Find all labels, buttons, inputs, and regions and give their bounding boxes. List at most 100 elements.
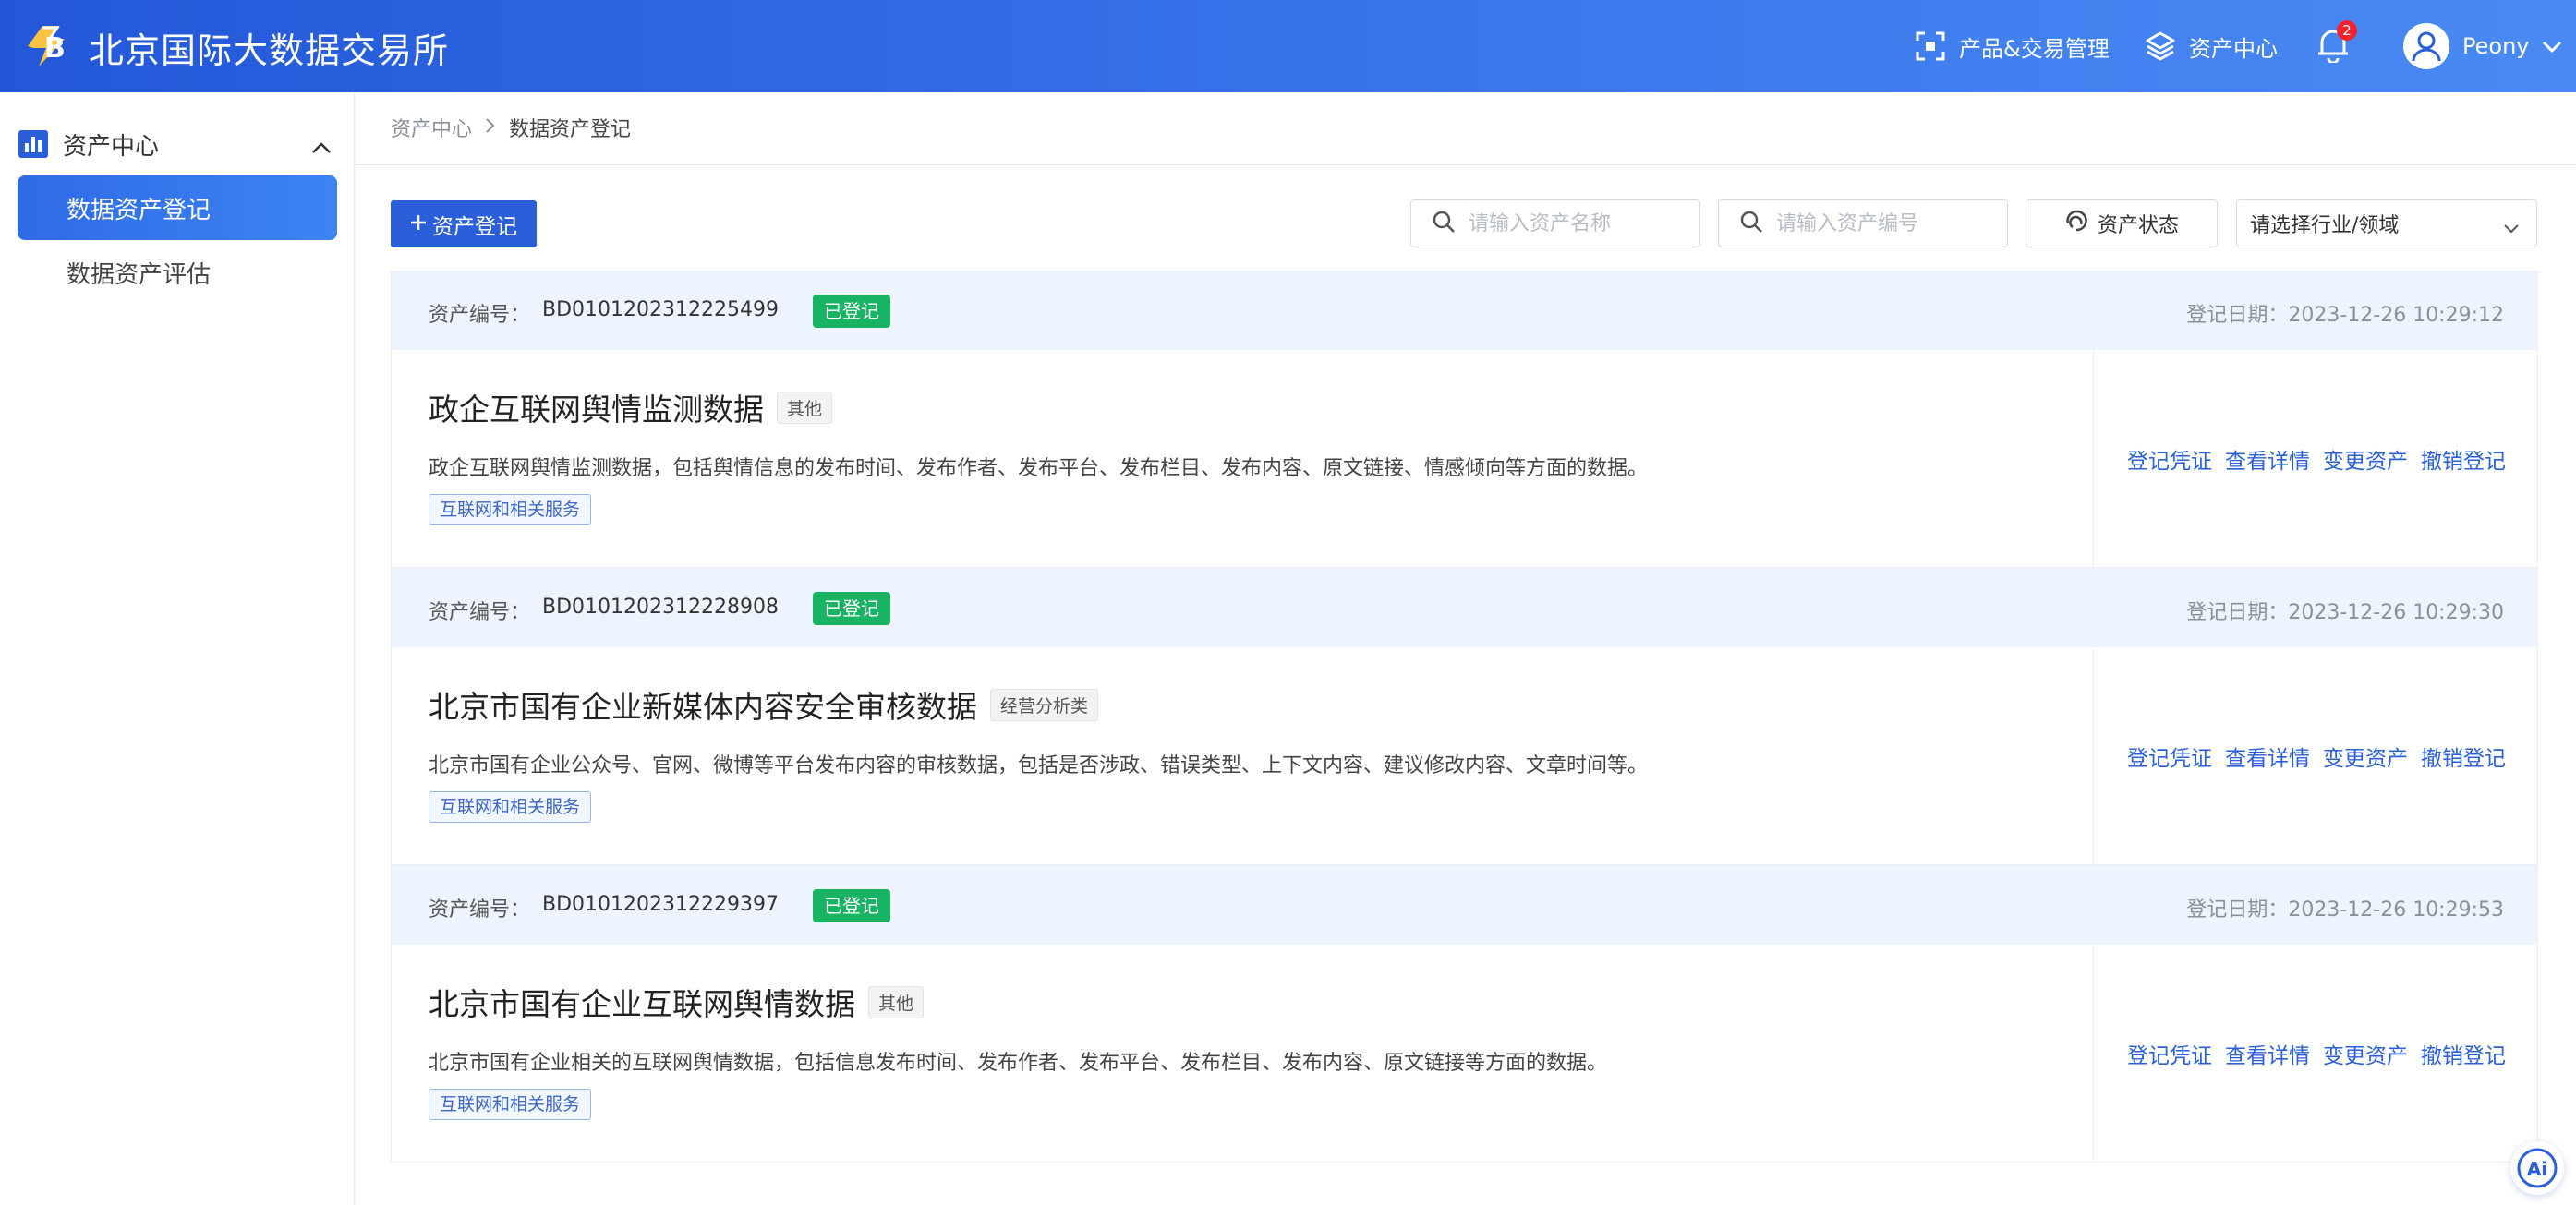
search-icon [1432,210,1456,237]
asset-actions: 登记凭证 查看详情 变更资产 撤销登记 [2094,647,2539,865]
nav-product-trade-label: 产品&交易管理 [1959,35,2110,62]
register-date-value: 2023-12-26 10:29:30 [2288,601,2504,624]
notification-count-badge: 2 [2337,20,2357,41]
register-date: 登记日期：2023-12-26 10:29:30 [2186,596,2504,625]
register-date-value: 2023-12-26 10:29:53 [2288,898,2504,922]
sidebar-item-asset-registration[interactable]: 数据资产登记 [18,175,337,240]
search-name-input[interactable] [1469,211,1681,235]
modify-asset-link[interactable]: 变更资产 [2323,443,2408,475]
asset-title[interactable]: 政企互联网舆情监测数据 [429,385,764,429]
status-ring-icon [2064,209,2088,238]
asset-id: BD0101202312229397 [542,893,779,916]
scan-frame-icon [1915,30,1946,62]
bell-icon [2316,30,2350,66]
register-date: 登记日期：2023-12-26 10:29:12 [2186,298,2504,328]
search-name-box [1410,199,1700,247]
sidebar-group-asset-center[interactable]: 资产中心 [18,122,337,166]
sidebar-item-label: 数据资产评估 [67,260,212,289]
asset-record: 资产编号： BD0101202312225499 已登记 登记日期：2023-1… [391,271,2538,568]
status-badge: 已登记 [813,295,890,328]
asset-record-header: 资产编号： BD0101202312225499 已登记 登记日期：2023-1… [392,271,2537,350]
asset-record-body: 北京市国有企业新媒体内容安全审核数据 经营分析类 北京市国有企业公众号、官网、微… [392,647,2094,865]
breadcrumb-current: 数据资产登记 [509,118,632,141]
asset-title-row: 政企互联网舆情监测数据 其他 [429,385,833,429]
industry-tag: 互联网和相关服务 [429,791,592,823]
registration-certificate-link[interactable]: 登记凭证 [2127,741,2212,772]
view-details-link[interactable]: 查看详情 [2225,443,2310,475]
notification-button[interactable]: 2 [2316,20,2357,66]
top-header: B 北京国际大数据交易所 产品&交易管理 资产中心 2 Peony [0,0,2576,92]
asset-record-body: 政企互联网舆情监测数据 其他 政企互联网舆情监测数据，包括舆情信息的发布时间、发… [392,350,2094,568]
asset-record-header: 资产编号： BD0101202312228908 已登记 登记日期：2023-1… [392,568,2537,647]
register-date-label: 登记日期： [2186,898,2289,922]
chevron-up-icon[interactable] [311,133,332,161]
asset-title-row: 北京市国有企业新媒体内容安全审核数据 经营分析类 [429,682,1099,727]
registration-certificate-link[interactable]: 登记凭证 [2127,1038,2212,1069]
industry-tag: 互联网和相关服务 [429,494,592,525]
asset-actions: 登记凭证 查看详情 变更资产 撤销登记 [2094,350,2539,568]
industry-select[interactable]: 请选择行业/领域 [2236,199,2537,247]
brand-logo-icon[interactable]: B [22,18,78,70]
asset-title-row: 北京市国有企业互联网舆情数据 其他 [429,980,925,1024]
search-code-input[interactable] [1776,211,1989,235]
register-date-label: 登记日期： [2186,601,2289,624]
register-date-value: 2023-12-26 10:29:12 [2288,304,2504,327]
breadcrumb-divider [356,164,2576,165]
asset-title[interactable]: 北京市国有企业互联网舆情数据 [429,980,855,1024]
add-asset-label: 资产登记 [432,213,517,238]
search-icon [1739,210,1763,237]
asset-record-body: 北京市国有企业互联网舆情数据 其他 北京市国有企业相关的互联网舆情数据，包括信息… [392,945,2094,1163]
nav-product-trade[interactable]: 产品&交易管理 [1915,0,2110,92]
ai-assistant-label: Ai [2527,1158,2547,1180]
asset-actions: 登记凭证 查看详情 变更资产 撤销登记 [2094,945,2539,1163]
asset-id-label: 资产编号： [429,898,531,922]
registration-certificate-link[interactable]: 登记凭证 [2127,443,2212,475]
nav-asset-center-label: 资产中心 [2189,35,2278,62]
add-asset-button[interactable]: 资产登记 [391,200,537,247]
modify-asset-link[interactable]: 变更资产 [2323,1038,2408,1069]
revoke-registration-link[interactable]: 撤销登记 [2421,741,2506,772]
asset-category-badge: 其他 [868,985,925,1018]
asset-record: 资产编号： BD0101202312229397 已登记 登记日期：2023-1… [391,865,2538,1163]
sidebar-item-label: 数据资产登记 [67,196,212,224]
revoke-registration-link[interactable]: 撤销登记 [2421,1038,2506,1069]
asset-id: BD0101202312225499 [542,298,779,321]
industry-select-value: 请选择行业/领域 [2250,214,2400,237]
asset-category-badge: 经营分析类 [990,688,1099,721]
chevron-right-icon [485,116,496,139]
main-content: 资产中心 数据资产登记 资产登记 资产状态 请选择行业/领域 [356,92,2576,1205]
view-details-link[interactable]: 查看详情 [2225,741,2310,772]
sidebar-item-asset-evaluation[interactable]: 数据资产评估 [18,240,337,305]
status-badge: 已登记 [813,889,890,922]
asset-status-label: 资产状态 [2097,214,2179,237]
brand-title: 北京国际大数据交易所 [89,30,450,71]
search-code-box [1718,199,2008,247]
view-details-link[interactable]: 查看详情 [2225,1038,2310,1069]
asset-description: 政企互联网舆情监测数据，包括舆情信息的发布时间、发布作者、发布平台、发布栏目、发… [429,457,1649,480]
revoke-registration-link[interactable]: 撤销登记 [2421,443,2506,475]
register-date: 登记日期：2023-12-26 10:29:53 [2186,893,2504,922]
chevron-down-icon [2503,217,2520,240]
asset-record: 资产编号： BD0101202312228908 已登记 登记日期：2023-1… [391,568,2538,865]
chevron-down-icon [2542,33,2562,59]
ai-assistant-button[interactable]: Ai [2510,1141,2564,1195]
bar-chart-icon [18,130,48,158]
user-avatar-icon [2403,23,2449,69]
plus-icon [410,211,427,236]
industry-tag: 互联网和相关服务 [429,1089,592,1120]
sidebar-group-label: 资产中心 [63,132,160,161]
breadcrumb-parent[interactable]: 资产中心 [391,113,472,142]
user-name: Peony [2462,33,2530,59]
register-date-label: 登记日期： [2186,304,2289,327]
asset-status-filter[interactable]: 资产状态 [2026,199,2218,247]
user-menu[interactable]: Peony [2403,0,2562,92]
ai-assistant-icon: Ai [2517,1148,2558,1188]
asset-id-label: 资产编号： [429,304,531,327]
svg-text:B: B [44,32,66,65]
asset-title[interactable]: 北京市国有企业新媒体内容安全审核数据 [429,682,977,727]
asset-id: BD0101202312228908 [542,596,779,619]
asset-description: 北京市国有企业公众号、官网、微博等平台发布内容的审核数据，包括是否涉政、错误类型… [429,754,1649,777]
modify-asset-link[interactable]: 变更资产 [2323,741,2408,772]
asset-record-header: 资产编号： BD0101202312229397 已登记 登记日期：2023-1… [392,865,2537,945]
nav-asset-center[interactable]: 资产中心 [2145,0,2278,92]
